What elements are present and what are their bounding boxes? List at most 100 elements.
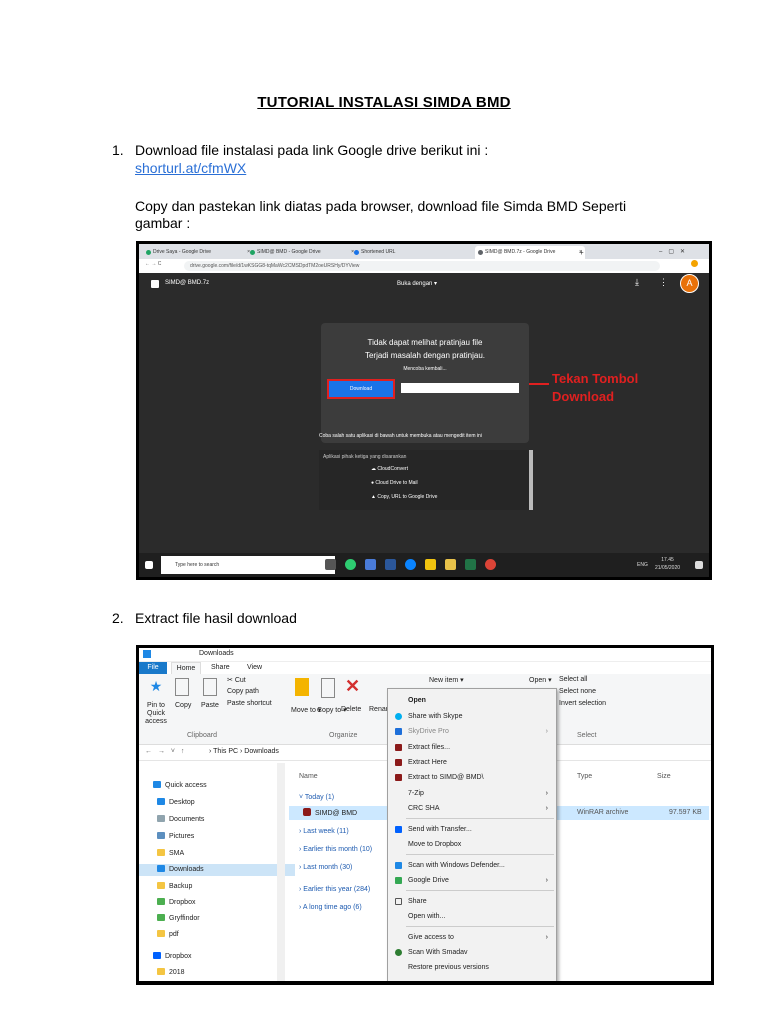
system-clock[interactable]: 17.45 21/05/2020	[655, 556, 680, 572]
edge-icon[interactable]	[405, 559, 416, 570]
avatar[interactable]: A	[680, 274, 699, 293]
group-header[interactable]: › A long time ago (6)	[299, 902, 362, 914]
select-all-button[interactable]: Select all	[559, 676, 587, 683]
address-bar[interactable]: drive.google.com/file/d/1wKSGG8-tqMaWc2C…	[184, 261, 660, 271]
tab-active[interactable]: SIMD@ BMD.7z - Google Drive ×	[475, 246, 585, 259]
column-type[interactable]: Type	[577, 773, 592, 780]
open-with-button[interactable]: Buka dengan ▾	[397, 280, 437, 287]
sidebar-item-documents[interactable]: Documents	[157, 814, 204, 826]
menu-item-extract-here[interactable]: Extract Here	[388, 755, 556, 770]
sidebar-item-gryffindor[interactable]: Gryffindor	[157, 913, 200, 925]
download-button[interactable]: Download	[327, 379, 395, 399]
menu-item-7zip[interactable]: 7-Zip ›	[388, 786, 556, 801]
paste-button[interactable]: Paste	[201, 702, 219, 709]
task-view-icon[interactable]	[325, 559, 336, 570]
sidebar-item-downloads[interactable]: Downloads	[139, 864, 295, 876]
group-header[interactable]: › Last month (30)	[299, 862, 352, 874]
menu-item-restore-versions[interactable]: Restore previous versions	[388, 960, 556, 975]
tab[interactable]: Shortened URL×	[351, 246, 481, 259]
folder-icon[interactable]	[445, 559, 456, 570]
new-tab-button[interactable]: +	[579, 246, 589, 259]
menu-item-send-transfer[interactable]: Send with Transfer...	[388, 822, 556, 837]
download-link[interactable]: shorturl.at/cfmWX	[135, 160, 246, 177]
notification-icon[interactable]	[695, 561, 703, 569]
nav-arrows[interactable]: ← → ˅ ↑	[145, 748, 186, 755]
app-item[interactable]: ● Cloud Drive to Mail	[371, 480, 418, 486]
paste-icon	[203, 678, 217, 696]
open-button[interactable]: Open ▾	[529, 676, 552, 684]
group-header[interactable]: › Earlier this month (10)	[299, 844, 372, 856]
menu-item-crc-sha[interactable]: CRC SHA ›	[388, 801, 556, 816]
menu-item-extract-files[interactable]: Extract files...	[388, 740, 556, 755]
app-item[interactable]: ☁ CloudConvert	[371, 466, 408, 472]
menu-item-move-dropbox[interactable]: Move to Dropbox	[388, 837, 556, 852]
window-controls[interactable]: –▢✕	[659, 246, 707, 259]
sidebar-scrollbar[interactable]	[277, 763, 285, 981]
menu-item-skydrive[interactable]: SkyDrive Pro ›	[388, 724, 556, 739]
pin-button[interactable]: Pin to Quick access	[139, 702, 173, 726]
sidebar-item-dropbox-root[interactable]: Dropbox	[153, 951, 191, 963]
new-item-button[interactable]: New item ▾	[429, 676, 464, 684]
paste-shortcut-button[interactable]: Paste shortcut	[227, 700, 272, 707]
excel-icon[interactable]	[465, 559, 476, 570]
menu-item-scan-defender[interactable]: Scan with Windows Defender...	[388, 858, 556, 873]
breadcrumb[interactable]: › This PC › Downloads	[209, 748, 279, 755]
menu-item-share[interactable]: Share	[388, 894, 556, 909]
menu-item-extract-to[interactable]: Extract to SIMD@ BMD\	[388, 770, 556, 785]
tab-file[interactable]: File	[139, 662, 167, 674]
menu-item-open[interactable]: Open	[388, 693, 556, 708]
sidebar-item-pdf[interactable]: pdf	[157, 929, 179, 941]
group-header[interactable]: › Last week (11)	[299, 826, 349, 838]
word-icon[interactable]	[385, 559, 396, 570]
menu-item-give-access[interactable]: Give access to ›	[388, 930, 556, 945]
group-header[interactable]: › Earlier this year (284)	[299, 884, 370, 896]
nav-buttons[interactable]: ← → C	[145, 261, 161, 267]
rename-button[interactable]: Renar	[369, 706, 388, 713]
column-name[interactable]: Name	[299, 773, 318, 780]
menu-item-scan-smadav[interactable]: Scan With Smadav	[388, 945, 556, 960]
cut-button[interactable]: ✂ Cut	[227, 676, 246, 684]
extension-icon[interactable]	[691, 260, 698, 267]
sidebar-item-pictures[interactable]: Pictures	[157, 831, 194, 843]
windows-start-icon[interactable]	[145, 561, 153, 569]
select-none-button[interactable]: Select none	[559, 688, 596, 695]
menu-item-google-drive[interactable]: Google Drive ›	[388, 873, 556, 888]
group-header[interactable]: ˅ Today (1)	[299, 792, 334, 804]
download-icon[interactable]: ⤓	[635, 277, 639, 288]
folder-icon	[157, 930, 165, 937]
folder-icon	[157, 968, 165, 975]
delete-button[interactable]: Delete	[341, 706, 361, 713]
sidebar-item-2018[interactable]: 2018	[157, 967, 185, 979]
tab-share[interactable]: Share	[211, 662, 230, 674]
tab[interactable]: SIMD@ BMD - Google Drive ×	[247, 246, 357, 259]
sidebar-item-quick-access[interactable]: Quick access	[153, 780, 207, 792]
chrome-icon[interactable]	[485, 559, 496, 570]
group-label: Earlier this year (284)	[303, 886, 371, 893]
sidebar-item-dropbox[interactable]: Dropbox	[157, 897, 195, 909]
taskbar-search[interactable]: Type here to search	[161, 556, 335, 574]
copy-button[interactable]: Copy	[175, 702, 191, 709]
invert-selection-button[interactable]: Invert selection	[559, 700, 606, 707]
menu-label: Scan With Smadav	[408, 949, 468, 956]
sidebar-item-backup[interactable]: Backup	[157, 881, 192, 893]
copy-path-button[interactable]: Copy path	[227, 688, 259, 695]
sidebar-label: Documents	[169, 816, 205, 823]
column-size[interactable]: Size	[657, 773, 671, 780]
app-icon[interactable]	[345, 559, 356, 570]
quick-access-toolbar-icon[interactable]	[143, 650, 151, 658]
app-item[interactable]: ▲ Copy, URL to Google Drive	[371, 494, 437, 500]
explorer-icon[interactable]	[425, 559, 436, 570]
secondary-button[interactable]	[401, 383, 519, 393]
more-icon[interactable]: ⋮	[659, 277, 668, 288]
app-icon[interactable]	[365, 559, 376, 570]
tab[interactable]: Drive Saya - Google Drive ×	[143, 246, 253, 259]
annotation-text: Tekan Tombol Download	[552, 370, 638, 406]
sidebar-item-sma[interactable]: SMA	[157, 848, 184, 860]
clock-time: 17.45	[661, 557, 674, 563]
menu-item-open-with[interactable]: Open with...	[388, 909, 556, 924]
sidebar-item-desktop[interactable]: Desktop	[157, 797, 195, 809]
pictures-icon	[157, 832, 165, 839]
menu-item-share-skype[interactable]: Share with Skype	[388, 709, 556, 724]
language-indicator[interactable]: ENG	[637, 562, 648, 568]
tab-view[interactable]: View	[247, 662, 262, 674]
